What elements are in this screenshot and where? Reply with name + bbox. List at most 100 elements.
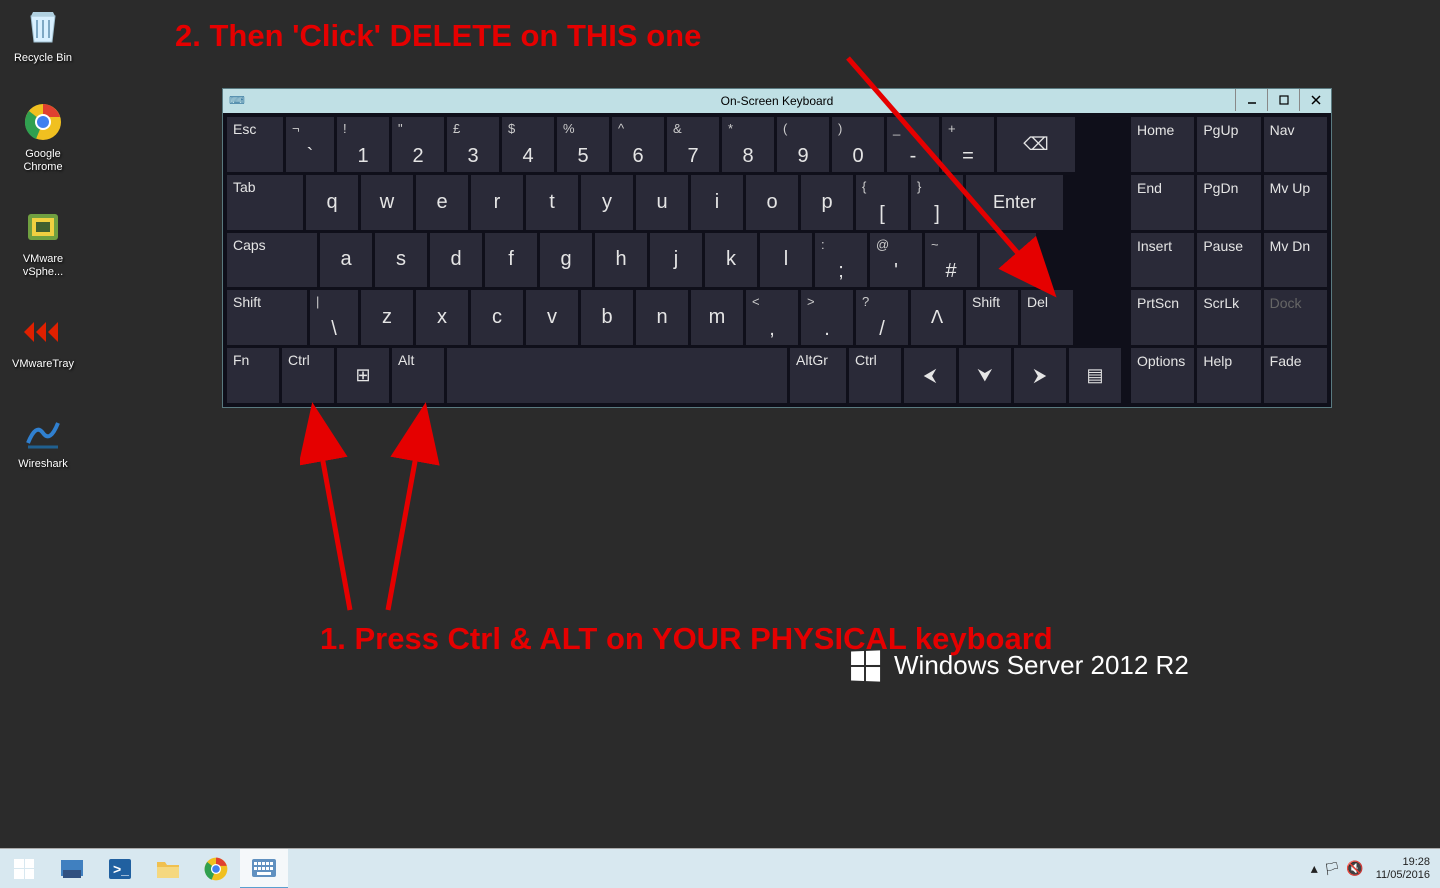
- key-a[interactable]: a: [320, 233, 372, 288]
- taskbar-powershell[interactable]: >_: [96, 849, 144, 888]
- key-g[interactable]: g: [540, 233, 592, 288]
- key-l[interactable]: l: [760, 233, 812, 288]
- key-p[interactable]: p: [801, 175, 853, 230]
- key-v[interactable]: v: [526, 290, 578, 345]
- key-blank[interactable]: [980, 233, 1036, 288]
- key-[interactable]: ~#: [925, 233, 977, 288]
- key-[interactable]: {[: [856, 175, 908, 230]
- maximize-button[interactable]: [1267, 89, 1299, 111]
- key-1[interactable]: !1: [337, 117, 389, 172]
- key-5[interactable]: %5: [557, 117, 609, 172]
- minimize-button[interactable]: [1235, 89, 1267, 111]
- taskbar-file-explorer[interactable]: [144, 849, 192, 888]
- key-ctrl[interactable]: Ctrl: [282, 348, 334, 403]
- key-scrlk[interactable]: ScrLk: [1197, 290, 1260, 345]
- key-fn[interactable]: Fn: [227, 348, 279, 403]
- key-n[interactable]: n: [636, 290, 688, 345]
- key-4[interactable]: $4: [502, 117, 554, 172]
- key-[interactable]: ⮟: [959, 348, 1011, 403]
- key-ctrl[interactable]: Ctrl: [849, 348, 901, 403]
- tray-chevron-icon[interactable]: ▴: [1311, 860, 1318, 877]
- tray-volume-muted-icon[interactable]: 🔇: [1346, 860, 1363, 877]
- taskbar-clock[interactable]: 19:28 11/05/2016: [1370, 856, 1436, 882]
- key-pgup[interactable]: PgUp: [1197, 117, 1260, 172]
- key-dock[interactable]: Dock: [1264, 290, 1327, 345]
- key-home[interactable]: Home: [1131, 117, 1194, 172]
- key-pgdn[interactable]: PgDn: [1197, 175, 1260, 230]
- key-help[interactable]: Help: [1197, 348, 1260, 403]
- taskbar-server-manager[interactable]: [48, 849, 96, 888]
- osk-titlebar[interactable]: ⌨ On-Screen Keyboard: [223, 89, 1331, 113]
- key-s[interactable]: s: [375, 233, 427, 288]
- key-fade[interactable]: Fade: [1264, 348, 1327, 403]
- key-[interactable]: :;: [815, 233, 867, 288]
- taskbar-osk[interactable]: [240, 849, 288, 888]
- key-[interactable]: @': [870, 233, 922, 288]
- key-[interactable]: ᐱ: [911, 290, 963, 345]
- key-e[interactable]: e: [416, 175, 468, 230]
- key-end[interactable]: End: [1131, 175, 1194, 230]
- key-pause[interactable]: Pause: [1197, 233, 1260, 288]
- key-z[interactable]: z: [361, 290, 413, 345]
- desktop-icon-vmwaretray[interactable]: VMwareTray: [6, 310, 80, 371]
- key-nav[interactable]: Nav: [1264, 117, 1327, 172]
- key-d[interactable]: d: [430, 233, 482, 288]
- key-[interactable]: ⊞: [337, 348, 389, 403]
- taskbar-chrome[interactable]: [192, 849, 240, 888]
- key-esc[interactable]: Esc: [227, 117, 283, 172]
- key-mvdn[interactable]: Mv Dn: [1264, 233, 1327, 288]
- key-t[interactable]: t: [526, 175, 578, 230]
- key-k[interactable]: k: [705, 233, 757, 288]
- key-7[interactable]: &7: [667, 117, 719, 172]
- key-options[interactable]: Options: [1131, 348, 1194, 403]
- key-9[interactable]: (9: [777, 117, 829, 172]
- key-r[interactable]: r: [471, 175, 523, 230]
- key-mvup[interactable]: Mv Up: [1264, 175, 1327, 230]
- close-button[interactable]: [1299, 89, 1331, 111]
- key-j[interactable]: j: [650, 233, 702, 288]
- start-button[interactable]: [0, 849, 48, 888]
- key-[interactable]: |\: [310, 290, 358, 345]
- key-y[interactable]: y: [581, 175, 633, 230]
- key-insert[interactable]: Insert: [1131, 233, 1194, 288]
- key-3[interactable]: £3: [447, 117, 499, 172]
- tray-action-center-icon[interactable]: 🏳: [1324, 861, 1341, 877]
- key-[interactable]: ▤: [1069, 348, 1121, 403]
- key-u[interactable]: u: [636, 175, 688, 230]
- key-[interactable]: >.: [801, 290, 853, 345]
- key-altgr[interactable]: AltGr: [790, 348, 846, 403]
- key-q[interactable]: q: [306, 175, 358, 230]
- key-6[interactable]: ^6: [612, 117, 664, 172]
- key-[interactable]: ⌫: [997, 117, 1075, 172]
- desktop-icon-recycle-bin[interactable]: Recycle Bin: [6, 4, 80, 65]
- key-[interactable]: ⮜: [904, 348, 956, 403]
- key-shift[interactable]: Shift: [227, 290, 307, 345]
- key-[interactable]: ¬`: [286, 117, 334, 172]
- key-x[interactable]: x: [416, 290, 468, 345]
- key-caps[interactable]: Caps: [227, 233, 317, 288]
- key-h[interactable]: h: [595, 233, 647, 288]
- key-w[interactable]: w: [361, 175, 413, 230]
- key-0[interactable]: )0: [832, 117, 884, 172]
- key-blank[interactable]: [447, 348, 787, 403]
- key-[interactable]: ⮞: [1014, 348, 1066, 403]
- key-f[interactable]: f: [485, 233, 537, 288]
- desktop-icon-wireshark[interactable]: Wireshark: [6, 410, 80, 471]
- key-del[interactable]: Del: [1021, 290, 1073, 345]
- key-2[interactable]: "2: [392, 117, 444, 172]
- key-shift[interactable]: Shift: [966, 290, 1018, 345]
- key-c[interactable]: c: [471, 290, 523, 345]
- key-8[interactable]: *8: [722, 117, 774, 172]
- key-b[interactable]: b: [581, 290, 633, 345]
- desktop-icon-vmware-vsphere[interactable]: VMware vSphe...: [6, 205, 80, 279]
- desktop-icon-google-chrome[interactable]: Google Chrome: [6, 100, 80, 174]
- key-[interactable]: <,: [746, 290, 798, 345]
- key-[interactable]: ?/: [856, 290, 908, 345]
- key-[interactable]: }]: [911, 175, 963, 230]
- key-o[interactable]: o: [746, 175, 798, 230]
- key-[interactable]: _-: [887, 117, 939, 172]
- key-alt[interactable]: Alt: [392, 348, 444, 403]
- key-[interactable]: +=: [942, 117, 994, 172]
- key-m[interactable]: m: [691, 290, 743, 345]
- key-tab[interactable]: Tab: [227, 175, 303, 230]
